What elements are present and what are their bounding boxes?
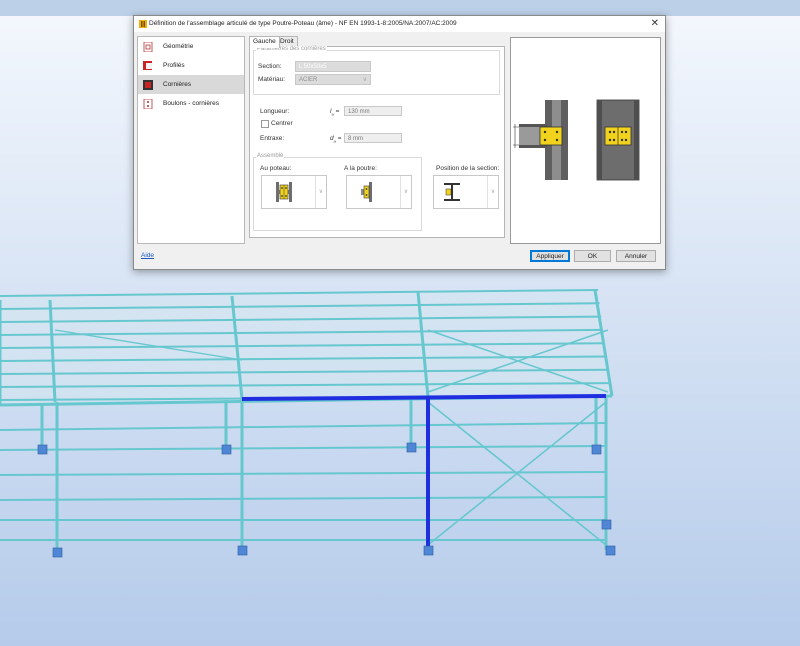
length-symbol: la =: [330, 108, 340, 117]
center-label: Centrer: [271, 120, 293, 127]
bolts-icon: [143, 98, 153, 109]
assembly-group-title: Assemblé: [256, 153, 285, 159]
side-view: [513, 100, 568, 180]
section-position-select[interactable]: ∨: [433, 175, 499, 209]
dialog-title: Définition de l'assemblage articulé de t…: [149, 20, 457, 27]
material-select[interactable]: ACIER ∨: [295, 74, 371, 85]
nav-item-geometrie[interactable]: Géométrie: [138, 37, 244, 56]
section-label: Section:: [258, 63, 282, 70]
ok-button[interactable]: OK: [574, 250, 611, 262]
front-view: [596, 99, 640, 181]
material-label: Matériau:: [258, 76, 286, 83]
chevron-down-icon: ∨: [400, 176, 411, 208]
chevron-down-icon: ∨: [315, 176, 326, 208]
chevron-down-icon: ∨: [487, 176, 498, 208]
beam-assembly-select[interactable]: ∨: [346, 175, 412, 209]
nav-item-angles[interactable]: Cornières: [138, 75, 244, 94]
help-link[interactable]: Aide: [141, 252, 154, 259]
base-plate: [591, 444, 602, 455]
column-assembly-select[interactable]: ∨: [261, 175, 327, 209]
spacing-value: 8 mm: [348, 136, 363, 142]
nav-label: Profilés: [163, 62, 185, 69]
material-value: ACIER: [299, 77, 318, 83]
profiles-icon: [143, 60, 153, 71]
connection-preview: [510, 37, 661, 244]
spacing-symbol: da =: [330, 135, 342, 144]
apply-button[interactable]: Appliquer: [530, 250, 570, 262]
base-plate: [601, 519, 612, 530]
connection-definition-dialog: Définition de l'assemblage articulé de t…: [133, 15, 666, 270]
base-plate: [406, 442, 417, 453]
nav-label: Boulons - cornières: [163, 100, 219, 107]
section-position-label: Position de la section:: [436, 165, 500, 172]
bolted-beam-icon: [361, 182, 372, 202]
close-icon[interactable]: ✕: [651, 18, 659, 29]
nav-item-profiles[interactable]: Profilés: [138, 56, 244, 75]
angles-parameters-panel: Paramètres des cornières Section: L 50x5…: [249, 46, 505, 238]
nav-label: Géométrie: [163, 43, 194, 50]
tab-gauche[interactable]: Gauche: [249, 36, 280, 48]
section-value: L 50x50x5: [299, 64, 327, 70]
spacing-input[interactable]: 8 mm: [344, 133, 402, 143]
dialog-title-bar[interactable]: Définition de l'assemblage articulé de t…: [134, 16, 665, 32]
bolted-column-icon: [276, 182, 292, 202]
beam-label: A la poutre:: [344, 165, 377, 172]
nav-item-bolts-angles[interactable]: Boulons - cornières: [138, 94, 244, 113]
base-plate: [221, 444, 232, 455]
chevron-down-icon: ∨: [362, 77, 367, 83]
length-value: 130 mm: [348, 109, 370, 115]
angles-icon: [143, 79, 153, 90]
base-plate: [423, 545, 434, 556]
center-checkbox[interactable]: [261, 120, 269, 128]
base-plate: [237, 545, 248, 556]
section-position-icon: [444, 183, 460, 201]
section-select[interactable]: L 50x50x5: [295, 61, 371, 72]
spacing-label: Entraxe:: [260, 135, 285, 142]
base-plate: [52, 547, 63, 558]
geometry-icon: [143, 41, 153, 52]
connection-preview-drawing: [513, 99, 640, 181]
roof-structure: [0, 289, 614, 405]
params-group: [253, 50, 500, 95]
nav-label: Cornières: [163, 81, 192, 88]
length-label: Longueur:: [260, 108, 290, 115]
base-plate: [37, 444, 48, 455]
dialog-nav-list: Géométrie Profilés Cornières Boulons - c…: [137, 36, 245, 244]
base-plate: [605, 545, 616, 556]
column-label: Au poteau:: [260, 165, 292, 172]
length-input[interactable]: 130 mm: [344, 106, 402, 116]
cancel-button[interactable]: Annuler: [616, 250, 656, 262]
connection-app-icon: [139, 20, 147, 28]
